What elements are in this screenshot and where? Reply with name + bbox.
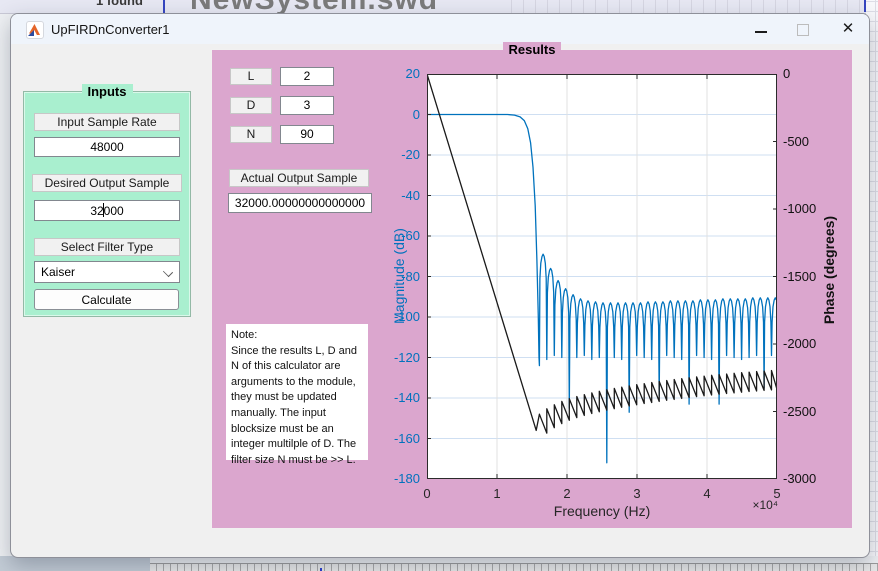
left-tick-label: -40 <box>382 188 420 203</box>
right-tick-label: -2500 <box>783 404 843 419</box>
desired-output-rate-label: Desired Output Sample Rate <box>32 174 182 192</box>
matlab-membrane-icon <box>29 24 40 35</box>
left-tick-label: -120 <box>382 350 420 365</box>
left-tick-label: 20 <box>382 66 420 81</box>
l-label: L <box>230 68 272 85</box>
inputs-panel: Inputs Input Sample Rate Desired Output … <box>23 91 191 317</box>
inputs-panel-title: Inputs <box>82 84 133 99</box>
calculate-button[interactable]: Calculate <box>34 289 179 310</box>
maximize-icon <box>797 24 809 36</box>
chevron-down-icon <box>163 267 173 277</box>
left-tick-label: -100 <box>382 309 420 324</box>
filter-type-dropdown[interactable]: Kaiser <box>34 261 180 283</box>
title-bar[interactable]: UpFIRDnConverter1 ✕ <box>11 14 869 44</box>
x-tick-label: 2 <box>552 486 582 501</box>
n-label: N <box>230 126 272 143</box>
left-tick-label: -60 <box>382 228 420 243</box>
l-value-field[interactable]: 2 <box>280 67 334 86</box>
background-top-strip: 1 found NewSystem.swd <box>0 0 878 14</box>
input-sample-rate-label: Input Sample Rate <box>34 113 180 131</box>
left-tick-label: -140 <box>382 390 420 405</box>
left-tick-label: -80 <box>382 269 420 284</box>
inputs-panel-title-wrap: Inputs <box>24 83 190 101</box>
left-tick-label: 0 <box>382 107 420 122</box>
screen: 1 found NewSystem.swd UpFIRDnConverter1 … <box>0 0 878 571</box>
app-window: UpFIRDnConverter1 ✕ Inputs Input Sample … <box>10 13 870 558</box>
timeline-ruler <box>150 563 878 571</box>
input-sample-rate-value[interactable] <box>35 138 179 156</box>
actual-output-rate-field[interactable]: 32000.00000000000000 <box>228 193 372 213</box>
x-tick-label: 3 <box>622 486 652 501</box>
close-button[interactable]: ✕ <box>833 16 863 42</box>
x-tick-label: 1 <box>482 486 512 501</box>
x-tick-label: 4 <box>692 486 722 501</box>
left-tick-label: -20 <box>382 147 420 162</box>
background-document-title: NewSystem.swd <box>190 0 438 14</box>
d-label: D <box>230 97 272 114</box>
filter-type-selected: Kaiser <box>41 265 75 279</box>
actual-output-rate-label: Actual Output Sample Rate <box>229 169 369 187</box>
left-tick-label: -180 <box>382 471 420 486</box>
background-search-result-text: 1 found <box>96 0 143 8</box>
phase-curve <box>427 74 777 433</box>
background-grid-pattern <box>500 0 878 13</box>
right-tick-label: 0 <box>783 66 843 81</box>
results-panel-title: Results <box>503 42 562 57</box>
background-bottom-strip <box>0 556 878 571</box>
n-value-field[interactable]: 90 <box>280 125 334 144</box>
filter-type-label: Select Filter Type <box>34 238 180 256</box>
background-blue-line-top-right <box>864 0 866 12</box>
d-value-field[interactable]: 3 <box>280 96 334 115</box>
desired-output-rate-value[interactable] <box>35 201 179 220</box>
right-tick-label: -3000 <box>783 471 843 486</box>
note-text: Note: Since the results L, D and N of th… <box>226 324 368 460</box>
minimize-icon <box>755 31 767 33</box>
right-tick-label: -2000 <box>783 336 843 351</box>
minimize-button[interactable] <box>747 18 775 40</box>
window-title: UpFIRDnConverter1 <box>51 22 170 37</box>
background-bottom-left-block <box>0 556 150 571</box>
background-blue-divider <box>163 0 165 13</box>
right-tick-label: -1500 <box>783 269 843 284</box>
maximize-button[interactable] <box>789 18 817 40</box>
matlab-app-icon <box>26 21 44 39</box>
right-tick-label: -1000 <box>783 201 843 216</box>
magnitude-phase-chart <box>427 74 777 479</box>
x-tick-label: 0 <box>412 486 442 501</box>
x-tick-label: 5 <box>762 486 792 501</box>
results-panel: Results L 2 D 3 N 90 Actual Output Sampl… <box>211 49 853 529</box>
desired-output-rate-field[interactable] <box>34 200 180 221</box>
plot-wrap: Magnitude (dB) Phase (degrees) Frequency… <box>382 65 852 535</box>
input-sample-rate-field[interactable] <box>34 137 180 157</box>
text-caret <box>103 203 104 217</box>
right-tick-label: -500 <box>783 134 843 149</box>
left-tick-label: -160 <box>382 431 420 446</box>
magnitude-curve <box>427 115 776 463</box>
